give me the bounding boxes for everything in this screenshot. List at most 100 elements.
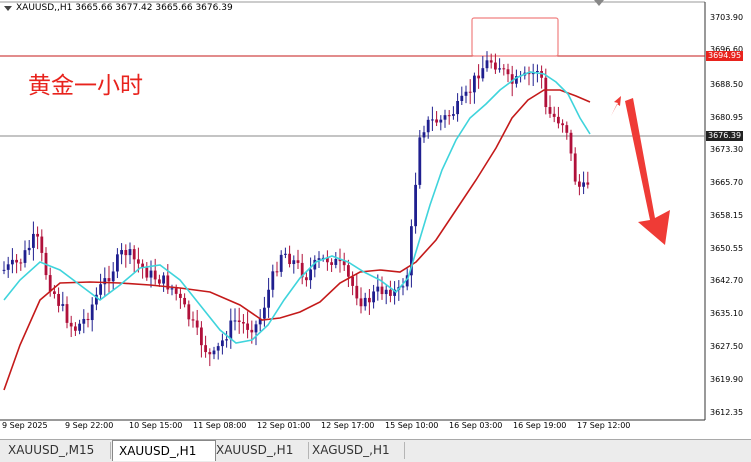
time-tick: 9 Sep 2025 — [2, 421, 48, 430]
candle-body — [376, 286, 380, 292]
candle-body — [82, 318, 86, 324]
candle-body — [368, 297, 371, 303]
candle-body — [494, 62, 497, 70]
candle-body — [200, 327, 203, 346]
tab-xauusd-h1[interactable]: XAUUSD_,H1 — [210, 442, 309, 459]
candle-body — [573, 153, 577, 182]
candle-body — [242, 322, 245, 324]
candle-body — [137, 259, 140, 264]
candle-body — [414, 184, 417, 227]
tab-xauusd-h1-active[interactable]: XAUUSD_,H1 — [112, 440, 216, 461]
candle-body — [481, 68, 485, 79]
candle-body — [473, 75, 476, 93]
candle-body — [435, 119, 438, 123]
candle-body — [279, 254, 283, 272]
candle-body — [145, 267, 149, 278]
candle-body — [578, 181, 581, 187]
collapse-triangle-icon[interactable] — [4, 5, 12, 11]
candle-body — [489, 60, 493, 63]
candle-body — [431, 119, 434, 121]
candle-body — [263, 307, 266, 319]
price-tick: 3665.70 — [710, 178, 744, 187]
candle-body — [544, 77, 548, 108]
candle-body — [15, 259, 18, 263]
candle-body — [204, 345, 207, 353]
candle-body — [124, 250, 128, 256]
time-tick: 17 Sep 12:00 — [577, 421, 631, 430]
candle-body — [53, 291, 56, 294]
candle-body — [561, 123, 564, 126]
candle-body — [418, 137, 422, 185]
candle-body — [292, 260, 296, 265]
tab-xauusd-m15[interactable]: XAUUSD_,M15 — [2, 442, 111, 459]
candle-body — [153, 270, 157, 280]
time-tick: 11 Sep 08:00 — [193, 421, 247, 430]
current-price-tag: 3676.39 — [706, 131, 744, 141]
candle-body — [330, 262, 333, 265]
candle-body — [468, 91, 472, 93]
candle-body — [439, 119, 443, 123]
candle-body — [57, 293, 60, 306]
candle-body — [149, 270, 153, 278]
candle-body — [19, 262, 23, 264]
candle-body — [158, 279, 161, 284]
candle-body — [275, 271, 279, 273]
chart-tabs-bar: XAUUSD_,M15 XAUUSD_,H1 XAUUSD_,H1 XAGUSD… — [0, 439, 751, 462]
candle-body — [11, 259, 14, 265]
candle-body — [380, 286, 384, 295]
candle-body — [187, 304, 191, 320]
price-tick: 3619.90 — [710, 375, 744, 384]
candle-body — [250, 329, 254, 333]
chart-annotation-label: 黄金一小时 — [28, 73, 143, 99]
candle-body — [170, 288, 174, 290]
candle-body — [456, 101, 459, 115]
candle-body — [61, 304, 65, 306]
candle-body — [284, 253, 287, 255]
candle-body — [401, 286, 405, 288]
candle-body — [74, 326, 77, 331]
candle-body — [195, 320, 199, 328]
candle-body — [363, 297, 367, 307]
candle-body — [174, 288, 178, 294]
tab-xagusd-h1[interactable]: XAGUSD_,H1 — [306, 442, 405, 459]
candle-body — [384, 289, 388, 295]
candle-body — [309, 269, 312, 281]
candle-body — [552, 113, 556, 117]
candle-body — [460, 95, 464, 102]
candle-body — [179, 293, 182, 298]
candle-body — [216, 346, 220, 351]
candle-body — [582, 182, 585, 187]
price-tick: 3673.30 — [710, 145, 744, 154]
candle-body — [6, 264, 10, 270]
candle-body — [90, 304, 94, 321]
candle-body — [389, 289, 392, 296]
candle-body — [191, 319, 195, 321]
price-tick: 3612.35 — [710, 408, 744, 417]
symbol-info-text: XAUUSD,,H1 3665.66 3677.42 3665.66 3676.… — [16, 3, 233, 13]
candle-body — [359, 298, 363, 307]
dropdown-arrow-icon[interactable] — [594, 0, 604, 6]
time-tick: 9 Sep 22:00 — [65, 421, 114, 430]
level-price-tag: 3694.95 — [706, 51, 744, 61]
candle-body — [233, 320, 237, 322]
time-tick: 10 Sep 15:00 — [129, 421, 183, 430]
candle-body — [254, 324, 258, 333]
candle-body — [208, 352, 212, 355]
candle-body — [120, 250, 123, 255]
candle-body — [296, 260, 300, 263]
candle-body — [447, 115, 451, 117]
time-tick: 12 Sep 17:00 — [321, 421, 375, 430]
time-tick: 16 Sep 03:00 — [449, 421, 503, 430]
candle-body — [23, 250, 27, 263]
candle-body — [426, 119, 430, 133]
candle-body — [36, 233, 39, 237]
time-tick: 12 Sep 01:00 — [257, 421, 311, 430]
candle-body — [237, 320, 241, 323]
candle-body — [569, 132, 573, 154]
candle-body — [271, 271, 275, 290]
candle-body — [116, 254, 119, 272]
candle-body — [498, 68, 501, 70]
price-tick: 3688.50 — [710, 80, 744, 89]
time-tick: 15 Sep 10:00 — [385, 421, 439, 430]
candle-body — [548, 107, 552, 114]
